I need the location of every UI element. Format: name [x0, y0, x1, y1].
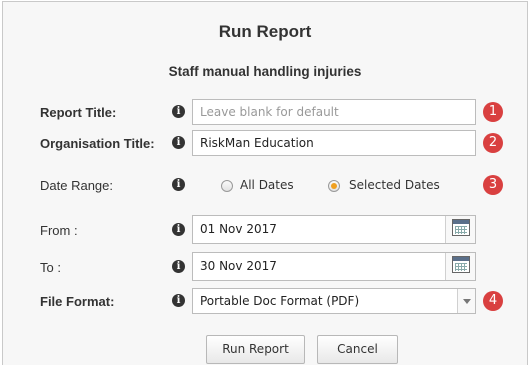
- from-date-input[interactable]: 01 Nov 2017: [192, 215, 476, 244]
- to-date-value: 30 Nov 2017: [200, 259, 277, 273]
- selected-dates-radio[interactable]: [328, 180, 340, 192]
- chevron-down-icon[interactable]: [457, 289, 475, 313]
- step-badge-1: 1: [483, 102, 503, 122]
- report-title-input[interactable]: Leave blank for default: [192, 99, 476, 125]
- step-badge-4: 4: [483, 291, 503, 311]
- from-calendar-button[interactable]: [445, 216, 475, 243]
- organisation-title-value: RiskMan Education: [200, 136, 314, 150]
- step-badge-2: 2: [483, 133, 503, 153]
- file-format-label: File Format:: [40, 294, 115, 309]
- to-date-input[interactable]: 30 Nov 2017: [192, 252, 476, 281]
- organisation-title-info-icon[interactable]: i: [172, 136, 185, 149]
- file-format-value: Portable Doc Format (PDF): [200, 294, 360, 308]
- organisation-title-label: Organisation Title:: [40, 136, 155, 151]
- all-dates-label[interactable]: All Dates: [240, 178, 294, 192]
- to-info-icon[interactable]: i: [172, 260, 185, 273]
- dialog-title: Run Report: [218, 22, 312, 41]
- from-date-value: 01 Nov 2017: [200, 222, 277, 236]
- organisation-title-input[interactable]: RiskMan Education: [192, 130, 476, 156]
- file-format-info-icon[interactable]: i: [172, 294, 185, 307]
- report-name: Staff manual handling injuries: [168, 64, 362, 79]
- date-range-label: Date Range:: [40, 178, 113, 193]
- to-calendar-button[interactable]: [445, 253, 475, 280]
- file-format-select[interactable]: Portable Doc Format (PDF): [192, 288, 476, 314]
- calendar-icon: [452, 219, 470, 236]
- calendar-icon: [452, 256, 470, 273]
- report-title-info-icon[interactable]: i: [172, 105, 185, 118]
- to-label: To :: [40, 260, 61, 275]
- from-info-icon[interactable]: i: [172, 223, 185, 236]
- cancel-button[interactable]: Cancel: [317, 335, 398, 364]
- all-dates-radio[interactable]: [221, 180, 233, 192]
- from-label: From :: [40, 223, 78, 238]
- step-badge-3: 3: [483, 175, 503, 195]
- run-report-dialog: Run Report Staff manual handling injurie…: [2, 1, 528, 365]
- report-title-placeholder: Leave blank for default: [200, 105, 339, 119]
- selected-dates-label[interactable]: Selected Dates: [349, 178, 440, 192]
- report-title-label: Report Title:: [40, 105, 117, 120]
- date-range-info-icon[interactable]: i: [172, 178, 185, 191]
- run-report-button[interactable]: Run Report: [206, 335, 305, 364]
